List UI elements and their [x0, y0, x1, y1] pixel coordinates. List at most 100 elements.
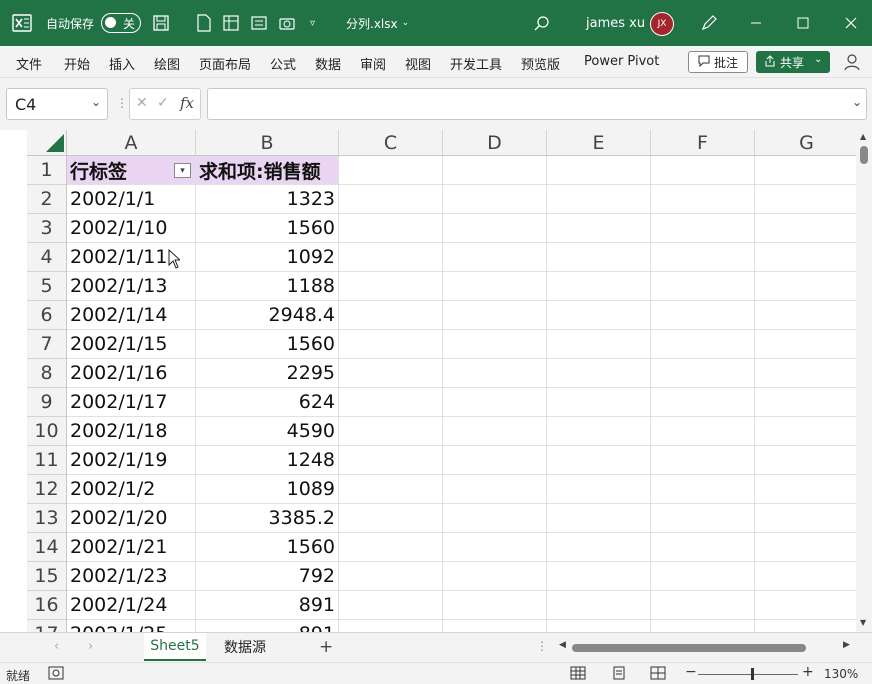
row-header[interactable]: 7 [27, 330, 67, 359]
cell-a[interactable]: 2002/1/19 [67, 446, 196, 475]
tab-review[interactable]: 审阅 [360, 54, 386, 73]
tab-power-pivot[interactable]: Power Pivot [584, 54, 659, 69]
empty-cell[interactable] [547, 272, 651, 301]
empty-cell[interactable] [339, 330, 443, 359]
zoom-in-button[interactable]: + [802, 664, 814, 680]
row-header[interactable]: 14 [27, 533, 67, 562]
empty-cell[interactable] [547, 475, 651, 504]
empty-cell[interactable] [339, 475, 443, 504]
empty-cell[interactable] [547, 417, 651, 446]
empty-cell[interactable] [547, 214, 651, 243]
empty-cell[interactable] [339, 417, 443, 446]
empty-cell[interactable] [443, 591, 547, 620]
add-sheet-button[interactable]: + [319, 637, 333, 657]
empty-cell[interactable] [339, 591, 443, 620]
zoom-slider-thumb[interactable] [751, 668, 754, 680]
cell-b[interactable]: 792 [196, 562, 339, 591]
tab-formulas[interactable]: 公式 [270, 54, 296, 73]
empty-cell[interactable] [443, 243, 547, 272]
empty-cell[interactable] [755, 533, 859, 562]
column-header-e[interactable]: E [547, 130, 651, 156]
cell-a[interactable]: 2002/1/14 [67, 301, 196, 330]
drag-handle-icon[interactable]: ⋮ [116, 96, 128, 110]
empty-cell[interactable] [339, 620, 443, 632]
tab-draw[interactable]: 绘图 [154, 54, 180, 73]
close-button[interactable] [845, 0, 857, 46]
row-header[interactable]: 5 [27, 272, 67, 301]
help-icon[interactable] [843, 53, 861, 75]
empty-cell[interactable] [755, 301, 859, 330]
empty-cell[interactable] [339, 156, 443, 185]
empty-cell[interactable] [547, 243, 651, 272]
cell-a[interactable]: 2002/1/10 [67, 214, 196, 243]
scroll-thumb[interactable] [860, 146, 868, 164]
filename-dropdown[interactable]: 分列.xlsx ⌄ [346, 0, 409, 46]
pivot-sum-header[interactable]: 求和项:销售额 [196, 156, 339, 185]
tab-insert[interactable]: 插入 [109, 54, 135, 73]
empty-cell[interactable] [547, 446, 651, 475]
share-button[interactable]: 共享 ⌄ [756, 51, 830, 73]
empty-cell[interactable] [547, 330, 651, 359]
cell-a[interactable]: 2002/1/23 [67, 562, 196, 591]
empty-cell[interactable] [755, 330, 859, 359]
cell-a[interactable]: 2002/1/2 [67, 475, 196, 504]
name-box[interactable]: C4 ⌄ [6, 88, 108, 120]
zoom-slider[interactable] [698, 674, 798, 675]
row-header[interactable]: 13 [27, 504, 67, 533]
row-header[interactable]: 2 [27, 185, 67, 214]
empty-cell[interactable] [651, 301, 755, 330]
empty-cell[interactable] [547, 388, 651, 417]
tab-data[interactable]: 数据 [315, 54, 341, 73]
horizontal-scroll-thumb[interactable] [572, 644, 806, 652]
column-header-f[interactable]: F [651, 130, 755, 156]
split-handle-icon[interactable]: ⋮ [536, 639, 548, 653]
empty-cell[interactable] [755, 475, 859, 504]
cell-a[interactable]: 2002/1/15 [67, 330, 196, 359]
avatar[interactable]: JX [650, 12, 674, 36]
row-header[interactable]: 6 [27, 301, 67, 330]
prev-sheet-icon[interactable]: ‹ [54, 639, 59, 654]
column-header-b[interactable]: B [196, 130, 339, 156]
pivot-row-labels-header[interactable]: 行标签 ▾ [67, 156, 196, 185]
cell-b[interactable]: 2948.4 [196, 301, 339, 330]
camera-icon[interactable] [278, 0, 296, 46]
empty-cell[interactable] [651, 562, 755, 591]
empty-cell[interactable] [339, 185, 443, 214]
empty-cell[interactable] [755, 272, 859, 301]
empty-cell[interactable] [339, 388, 443, 417]
cell-b[interactable]: 891 [196, 591, 339, 620]
empty-cell[interactable] [339, 301, 443, 330]
select-all-button[interactable] [27, 130, 67, 156]
row-header[interactable]: 16 [27, 591, 67, 620]
empty-cell[interactable] [443, 214, 547, 243]
column-header-a[interactable]: A [67, 130, 196, 156]
empty-cell[interactable] [547, 591, 651, 620]
row-header[interactable]: 15 [27, 562, 67, 591]
row-header[interactable]: 12 [27, 475, 67, 504]
minimize-button[interactable] [750, 0, 762, 46]
tab-preview[interactable]: 预览版 [521, 54, 560, 73]
cell-b[interactable]: 2295 [196, 359, 339, 388]
page-layout-view-icon[interactable] [611, 666, 627, 683]
cell-b[interactable]: 1560 [196, 214, 339, 243]
row-header[interactable]: 3 [27, 214, 67, 243]
empty-cell[interactable] [443, 562, 547, 591]
empty-cell[interactable] [339, 272, 443, 301]
empty-cell[interactable] [651, 330, 755, 359]
empty-cell[interactable] [443, 417, 547, 446]
empty-cell[interactable] [443, 301, 547, 330]
cell-a[interactable]: 2002/1/17 [67, 388, 196, 417]
empty-cell[interactable] [651, 243, 755, 272]
cell-b[interactable]: 1560 [196, 533, 339, 562]
empty-cell[interactable] [755, 620, 859, 632]
empty-cell[interactable] [443, 156, 547, 185]
empty-cell[interactable] [339, 446, 443, 475]
tab-view[interactable]: 视图 [405, 54, 431, 73]
cell-b[interactable]: 1188 [196, 272, 339, 301]
normal-view-icon[interactable] [570, 666, 586, 683]
empty-cell[interactable] [651, 214, 755, 243]
empty-cell[interactable] [651, 533, 755, 562]
column-header-c[interactable]: C [339, 130, 443, 156]
empty-cell[interactable] [651, 185, 755, 214]
next-sheet-icon[interactable]: › [88, 639, 93, 654]
